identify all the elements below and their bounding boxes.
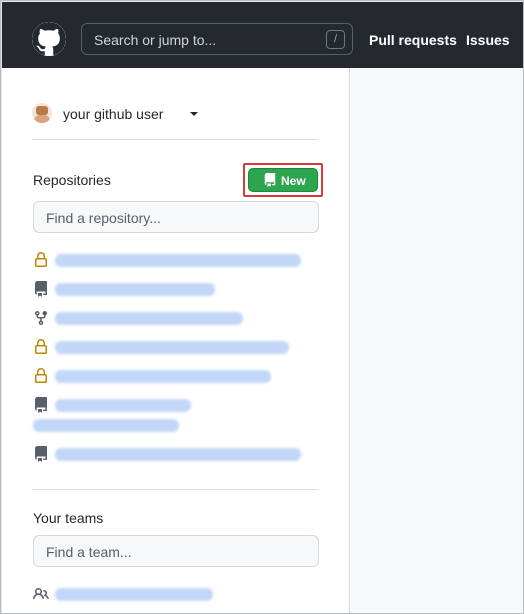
repo-list-item[interactable]: [33, 279, 333, 307]
divider: [32, 489, 318, 490]
caret-down-icon: [190, 112, 198, 116]
dashboard-sidebar: your github user Repositories New Find a…: [2, 68, 350, 613]
lock-icon: [35, 252, 47, 267]
team-name-blurred: [55, 588, 213, 601]
repo-name-blurred: [55, 448, 301, 461]
repo-name-blurred: [55, 370, 271, 383]
github-logo-icon[interactable]: [32, 22, 66, 56]
lock-icon: [35, 339, 47, 354]
search-placeholder: Search or jump to...: [94, 32, 217, 48]
repo-list-item[interactable]: [33, 366, 333, 394]
repo-name-blurred: [55, 283, 215, 296]
repo-name-blurred: [55, 254, 301, 267]
context-username: your github user: [63, 106, 164, 122]
repo-list-item[interactable]: [33, 444, 333, 472]
header-bar: Search or jump to... / Pull requests Iss…: [2, 2, 523, 68]
repo-icon: [35, 281, 47, 297]
repo-icon: [35, 397, 47, 413]
nav-issues[interactable]: Issues: [466, 32, 510, 48]
repo-icon: [264, 173, 276, 187]
repo-icon: [35, 446, 47, 462]
context-switcher[interactable]: your github user: [32, 102, 204, 126]
repo-list-item[interactable]: [33, 250, 333, 278]
find-repository-input[interactable]: Find a repository...: [33, 201, 319, 233]
find-team-placeholder: Find a team...: [46, 544, 132, 560]
teams-heading: Your teams: [33, 510, 104, 526]
global-search-input[interactable]: Search or jump to... /: [81, 23, 353, 55]
repo-name-blurred: [55, 341, 289, 354]
fork-icon: [35, 311, 47, 326]
new-repository-button[interactable]: New: [248, 168, 318, 192]
browser-frame: Search or jump to... / Pull requests Iss…: [0, 0, 524, 614]
search-shortcut-badge: /: [326, 30, 345, 49]
repo-name-blurred: [55, 399, 191, 412]
avatar: [32, 103, 52, 123]
repo-name-blurred: [55, 312, 243, 325]
divider: [32, 139, 318, 140]
repositories-heading: Repositories: [33, 172, 111, 188]
main-content: [351, 68, 523, 613]
nav-pull-requests[interactable]: Pull requests: [369, 32, 457, 48]
find-team-input[interactable]: Find a team...: [33, 535, 319, 567]
team-list-item[interactable]: [33, 582, 333, 606]
repo-name-blurred: [33, 419, 179, 432]
find-repository-placeholder: Find a repository...: [46, 210, 161, 226]
lock-icon: [35, 368, 47, 383]
people-icon: [33, 587, 49, 600]
repo-list-item[interactable]: [33, 395, 333, 435]
repo-list-item[interactable]: [33, 308, 333, 336]
new-button-label: New: [281, 174, 306, 188]
new-button-highlight: New: [243, 163, 323, 197]
repo-list-item[interactable]: [33, 337, 333, 365]
